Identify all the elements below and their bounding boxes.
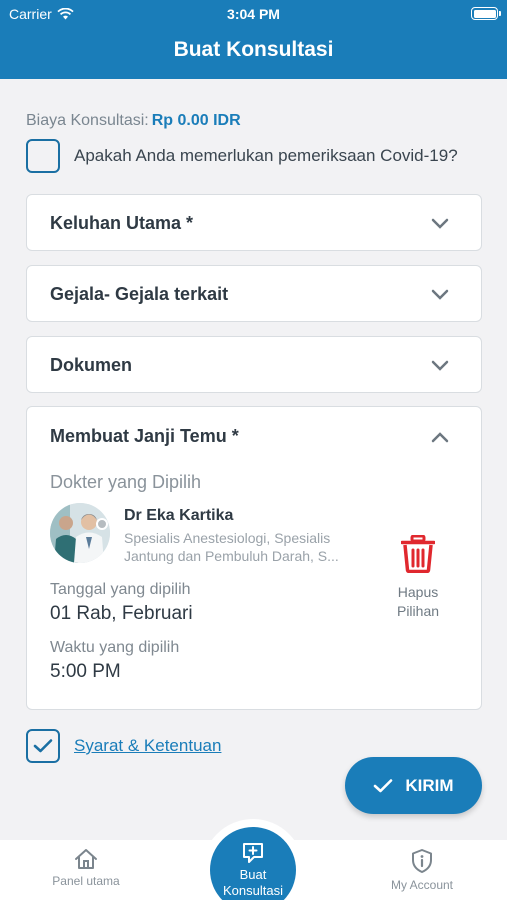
terms-link[interactable]: Syarat & Ketentuan: [74, 736, 221, 756]
app-header: Carrier 3:04 PM Buat Konsultasi: [0, 0, 507, 79]
status-bar: Carrier 3:04 PM: [0, 0, 507, 28]
delete-selection-button[interactable]: Hapus Pilihan: [379, 535, 457, 621]
date-value: 01 Rab, Februari: [50, 603, 193, 624]
doctor-specialty-line: Jantung dan Pembuluh Darah, S...: [124, 548, 339, 564]
doctor-name: Dr Eka Kartika: [124, 507, 234, 524]
page-title: Buat Konsultasi: [173, 38, 334, 61]
tab-label-line: Buat: [239, 867, 267, 882]
chevron-down-icon: [431, 289, 449, 300]
tab-create-consultation[interactable]: Buat Konsultasi: [202, 819, 304, 900]
section-related-symptoms[interactable]: Gejala- Gejala terkait: [26, 265, 482, 322]
check-icon: [33, 739, 53, 753]
trash-icon: [401, 535, 435, 573]
tab-my-account[interactable]: My Account: [372, 848, 472, 892]
time-label: Waktu yang dipilih: [50, 639, 180, 656]
tab-label-line: Konsultasi: [223, 883, 283, 898]
doctor-specialty-line: Spesialis Anestesiologi, Spesialis: [124, 530, 331, 546]
submit-button[interactable]: KIRIM: [345, 757, 482, 814]
section-main-complaint[interactable]: Keluhan Utama *: [26, 194, 482, 251]
doctor-specialty: Spesialis Anestesiologi, Spesialis Jantu…: [124, 529, 369, 565]
fee-value: Rp 0.00 IDR: [151, 112, 241, 129]
battery-icon: [471, 7, 501, 20]
tab-dashboard[interactable]: Panel utama: [36, 848, 136, 888]
covid-question: Apakah Anda memerlukan pemeriksaan Covid…: [74, 146, 458, 165]
selected-doctor-heading: Dokter yang Dipilih: [50, 472, 202, 492]
time-value: 5:00 PM: [50, 661, 121, 682]
section-title: Keluhan Utama *: [50, 213, 194, 233]
check-icon: [374, 778, 393, 792]
terms-checkbox[interactable]: [26, 729, 60, 763]
chevron-down-icon: [431, 218, 449, 229]
chat-plus-icon: [243, 843, 263, 863]
section-title: Dokumen: [50, 355, 133, 375]
delete-label-line: Pilihan: [396, 603, 440, 619]
home-icon: [75, 849, 97, 869]
submit-label: KIRIM: [405, 775, 454, 795]
delete-label-line: Hapus: [397, 584, 439, 600]
availability-indicator: [96, 518, 108, 530]
shield-info-icon: [412, 849, 432, 873]
chevron-down-icon: [431, 360, 449, 371]
tab-label: My Account: [390, 878, 454, 892]
fee-label: Biaya Konsultasi:: [26, 112, 149, 129]
chevron-up-icon[interactable]: [430, 430, 450, 444]
tab-label: Panel utama: [52, 874, 120, 888]
consultation-fee: Biaya Konsultasi: Rp 0.00 IDR: [26, 112, 241, 130]
create-consultation-button[interactable]: Buat Konsultasi: [210, 827, 296, 900]
status-time: 3:04 PM: [227, 6, 280, 22]
section-title[interactable]: Membuat Janji Temu *: [50, 426, 239, 447]
doctor-avatar: [50, 503, 110, 563]
section-appointment: Membuat Janji Temu * Dokter yang Dipilih…: [26, 406, 482, 710]
covid-checkbox[interactable]: [26, 139, 60, 173]
date-label: Tanggal yang dipilih: [50, 581, 191, 598]
section-documents[interactable]: Dokumen: [26, 336, 482, 393]
section-title: Gejala- Gejala terkait: [50, 284, 229, 304]
